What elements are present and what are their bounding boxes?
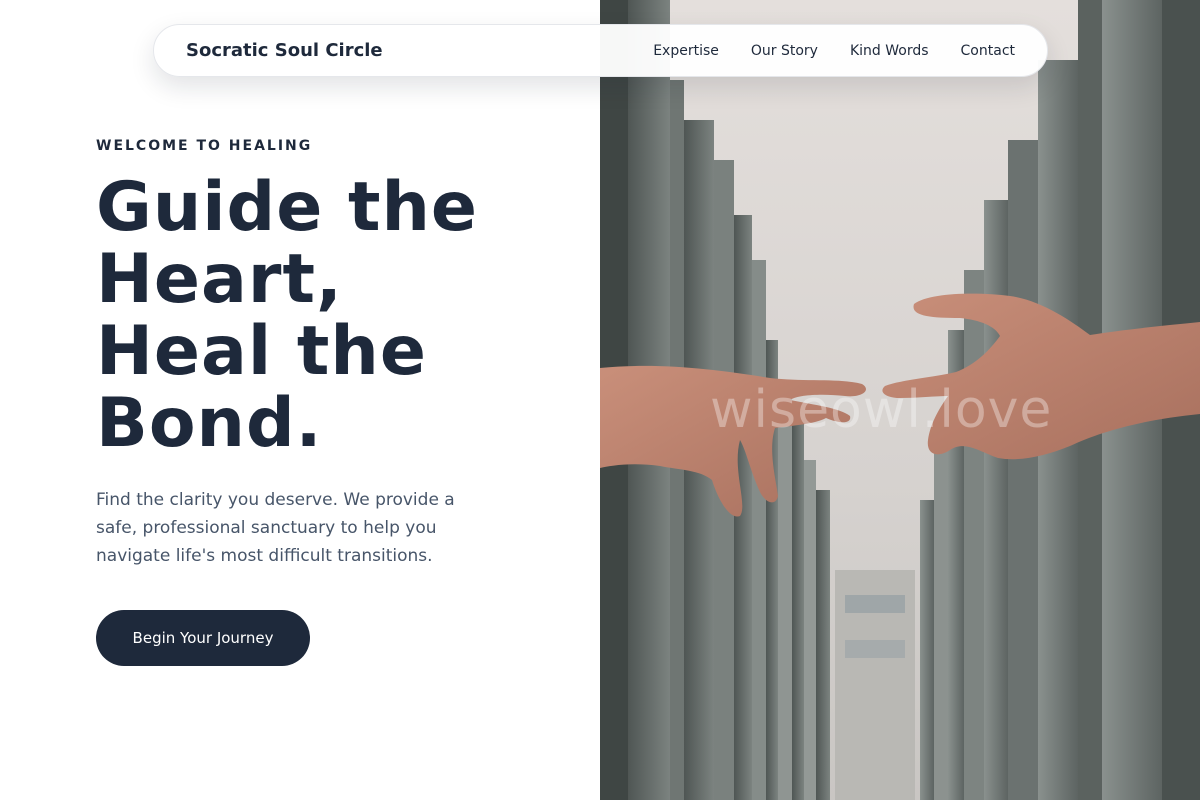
begin-journey-button[interactable]: Begin Your Journey <box>96 610 310 666</box>
nav-links: Expertise Our Story Kind Words Contact <box>653 43 1015 59</box>
nav-link-contact[interactable]: Contact <box>961 43 1015 59</box>
top-navbar: Socratic Soul Circle Expertise Our Story… <box>153 24 1048 77</box>
brand-logo[interactable]: Socratic Soul Circle <box>186 40 383 61</box>
hero-title-line: Bond. <box>96 384 323 463</box>
hero-eyebrow: WELCOME TO HEALING <box>96 138 313 154</box>
watermark-text: wiseowl.love <box>710 380 1053 440</box>
nav-link-expertise[interactable]: Expertise <box>653 43 719 59</box>
nav-link-kind-words[interactable]: Kind Words <box>850 43 929 59</box>
hero-title: Guide the Heart, Heal the Bond. <box>96 172 576 460</box>
hero-title-line: Guide the <box>96 168 479 247</box>
nav-link-our-story[interactable]: Our Story <box>751 43 818 59</box>
hero-title-line: Heal the <box>96 312 427 391</box>
hero-title-line: Heart, <box>96 240 343 319</box>
hero-description: Find the clarity you deserve. We provide… <box>96 490 455 566</box>
